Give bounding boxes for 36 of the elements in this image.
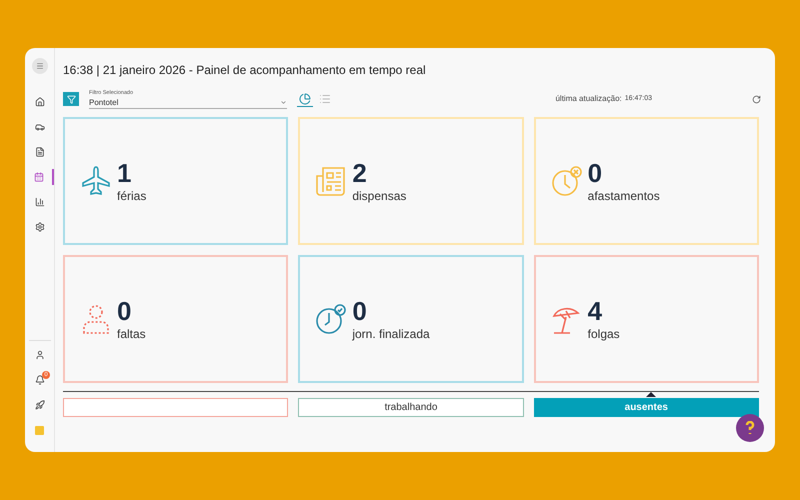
menu-icon <box>36 62 44 70</box>
stat-count: 4 <box>588 296 604 326</box>
filter-icon <box>66 94 76 104</box>
chevron-down-icon <box>280 98 287 106</box>
stat-count: 1 <box>117 158 132 188</box>
stat-label: férias <box>117 188 146 204</box>
rocket-icon <box>34 400 44 410</box>
status-tab[interactable]: trabalhando <box>298 398 524 417</box>
document-icon <box>34 147 44 157</box>
bar-chart-icon <box>34 197 44 207</box>
clock-icon <box>550 164 584 198</box>
chart-view-toggle[interactable] <box>297 91 313 107</box>
stat-count: 0 <box>352 296 368 326</box>
stat-label: dispensas <box>352 188 406 204</box>
user-icon <box>34 350 44 360</box>
airplane-icon <box>79 164 113 198</box>
stat-count: 2 <box>352 158 368 188</box>
home-icon <box>34 97 44 107</box>
stat-count: 0 <box>588 158 604 188</box>
bell-icon <box>34 375 44 385</box>
settings-icon <box>34 222 44 232</box>
filter-button[interactable] <box>63 92 79 106</box>
menu-button[interactable] <box>32 58 48 74</box>
last-update-label: última atualização: <box>555 93 622 105</box>
car-icon <box>34 122 44 132</box>
refresh-icon[interactable] <box>752 94 761 104</box>
stat-label: folgas <box>588 326 620 342</box>
stat-label: jorn. finalizada <box>352 326 430 342</box>
page-title: 16:38 | 21 janeiro 2026 - Painel de acompanhamento em tempo real <box>63 62 427 78</box>
stat-label: afastamentos <box>588 188 660 204</box>
stat-label: faltas <box>117 326 146 342</box>
note-icon <box>35 426 44 434</box>
calendar-icon <box>34 172 44 182</box>
clock-icon <box>314 302 348 336</box>
pie-chart-icon <box>299 92 311 104</box>
stat-count: 0 <box>117 296 132 326</box>
